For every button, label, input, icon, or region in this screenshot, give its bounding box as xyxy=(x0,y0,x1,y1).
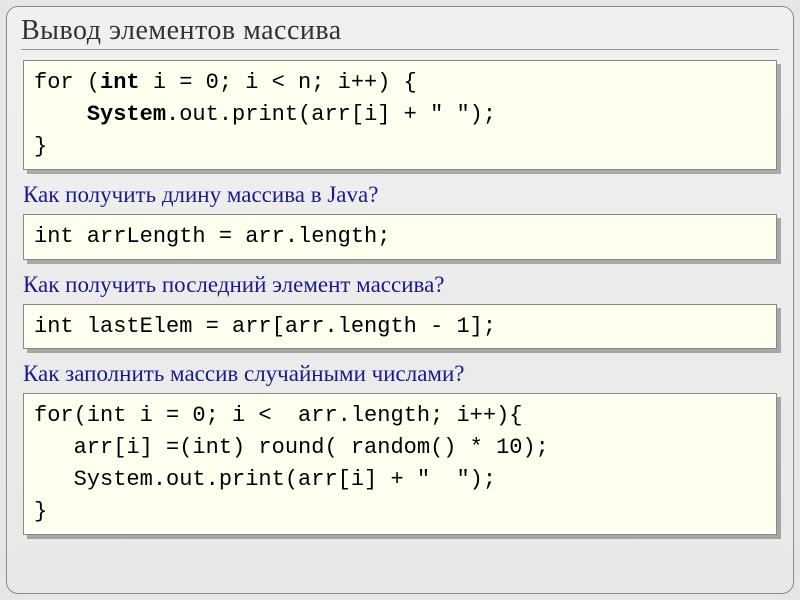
code-block-print-array: for (int i = 0; i < n; i++) { System.out… xyxy=(23,60,777,170)
slide-title: Вывод элементов массива xyxy=(21,15,779,50)
code-text xyxy=(34,102,87,127)
code-text: System.out.print(arr[i] + " "); xyxy=(34,467,496,492)
question-last-element: Как получить последний элемент массива? xyxy=(23,272,777,298)
code-block-last-element: int lastElem = arr[arr.length - 1]; xyxy=(23,304,777,350)
code-block-array-length: int arrLength = arr.length; xyxy=(23,214,777,260)
keyword-int: int xyxy=(100,70,140,95)
code-text: .out.print(arr[i] + " "); xyxy=(166,102,496,127)
code-text: arr[i] =(int) round( random() * 10); xyxy=(34,435,549,460)
code-text: } xyxy=(34,499,47,524)
keyword-system: System xyxy=(87,102,166,127)
code-text: for ( xyxy=(34,70,100,95)
code-text: i = 0; i < n; i++) { xyxy=(140,70,417,95)
code-text: int arrLength = arr.length; xyxy=(34,224,390,249)
question-array-length: Как получить длину массива в Java? xyxy=(23,182,777,208)
code-text: for(int i = 0; i < arr.length; i++){ xyxy=(34,403,522,428)
slide-panel: Вывод элементов массива for (int i = 0; … xyxy=(6,6,794,594)
question-random-fill: Как заполнить массив случайными числами? xyxy=(23,361,777,387)
code-text: int lastElem = arr[arr.length - 1]; xyxy=(34,314,496,339)
code-block-random-fill: for(int i = 0; i < arr.length; i++){ arr… xyxy=(23,393,777,535)
code-text: } xyxy=(34,134,47,159)
